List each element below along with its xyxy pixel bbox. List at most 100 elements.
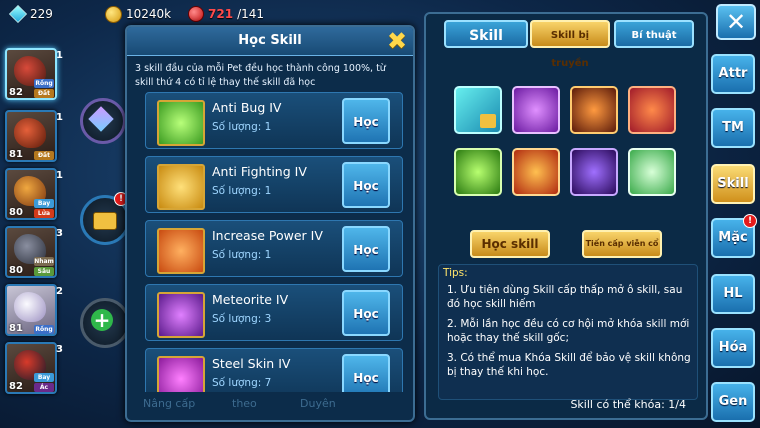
pet-slot-2[interactable]: 81 Đất bbox=[5, 110, 57, 162]
skill-qty: Số lượng: 3 bbox=[212, 313, 272, 325]
tips-box: Tips: 1. Ưu tiên dùng Skill cấp thấp mở … bbox=[438, 264, 698, 400]
pet-portrait bbox=[14, 118, 46, 148]
skill-list[interactable]: Anti Bug IV Số lượng: 1 Học Anti Fightin… bbox=[145, 92, 403, 392]
tip-item: 3. Có thể mua Khóa Skill để bảo vệ skill… bbox=[447, 352, 691, 378]
learn-button[interactable]: Học bbox=[342, 98, 390, 144]
list-item: Meteorite IV Số lượng: 3 Học bbox=[145, 284, 403, 341]
pet-type-tag: Lửa bbox=[34, 209, 54, 218]
add-button[interactable]: + bbox=[80, 298, 130, 348]
alert-badge: ! bbox=[743, 214, 757, 228]
dialog-title: Học Skill bbox=[127, 27, 413, 56]
plus-icon: + bbox=[91, 309, 113, 331]
pet-count: 1 bbox=[56, 112, 63, 123]
pet-type-tag: Sâu bbox=[34, 267, 54, 276]
skill-slot[interactable] bbox=[628, 86, 676, 134]
nav-gen[interactable]: Gen bbox=[711, 382, 755, 422]
skill-qty: Số lượng: 7 bbox=[212, 377, 272, 389]
pet-type-tag: Ác bbox=[34, 383, 54, 392]
skill-panel: Skill Skill bị truyền Bí thuật Học skill… bbox=[424, 12, 708, 420]
nav-hl[interactable]: HL bbox=[711, 274, 755, 314]
learn-skill-dialog: Học Skill ✖ 3 skill đầu của mỗi Pet đều … bbox=[125, 25, 415, 422]
skill-slot[interactable] bbox=[628, 148, 676, 196]
lock-icon bbox=[480, 114, 496, 128]
skill-slot[interactable] bbox=[512, 148, 560, 196]
close-button[interactable]: ✖ bbox=[385, 29, 409, 53]
skill-name: Meteorite IV bbox=[212, 292, 289, 307]
pet-type-tag: Rồng bbox=[34, 79, 54, 88]
gold-value: 10240k bbox=[126, 7, 172, 21]
pet-level: 82 bbox=[9, 87, 23, 98]
tab-inherited-skill[interactable]: Skill bị truyền bbox=[530, 20, 610, 69]
lock-icon bbox=[93, 212, 117, 230]
skill-qty: Số lượng: 1 bbox=[212, 121, 272, 133]
gem-icon bbox=[8, 4, 28, 24]
stamina-current: 721 bbox=[208, 7, 234, 21]
pet-type-tag: Nham bbox=[34, 257, 54, 266]
pet-level: 81 bbox=[9, 149, 23, 160]
skill-slot[interactable] bbox=[454, 86, 502, 134]
nav-attr[interactable]: Attr bbox=[711, 54, 755, 94]
tip-item: 2. Mỗi lần học đều có cơ hội mở khóa ski… bbox=[447, 318, 690, 344]
pet-level: 80 bbox=[9, 207, 23, 218]
pet-type-tag: Đất bbox=[34, 89, 54, 98]
stamina-counter: 721/141 bbox=[188, 4, 264, 24]
pet-count: 1 bbox=[56, 170, 63, 181]
skill-name: Steel Skin IV bbox=[212, 356, 291, 371]
anti-fighting-icon bbox=[157, 164, 205, 210]
tab-skill[interactable]: Skill bbox=[444, 20, 528, 48]
fate-label: Duyên bbox=[300, 397, 336, 410]
list-item: Increase Power IV Số lượng: 1 Học bbox=[145, 220, 403, 277]
increase-power-icon bbox=[157, 228, 205, 274]
skill-slot[interactable] bbox=[512, 86, 560, 134]
skill-name: Increase Power IV bbox=[212, 228, 323, 243]
nav-tm[interactable]: TM bbox=[711, 108, 755, 148]
follow-label: theo bbox=[232, 397, 257, 410]
anti-bug-icon bbox=[157, 100, 205, 146]
pet-slot-5[interactable]: 81 Rồng bbox=[5, 284, 57, 336]
tab-secret-art[interactable]: Bí thuật bbox=[614, 20, 694, 48]
pet-slot-6[interactable]: 82 Bay Ác bbox=[5, 342, 57, 394]
tip-item: 1. Ưu tiên dùng Skill cấp thấp mở ô skil… bbox=[447, 284, 683, 310]
coin-icon bbox=[105, 5, 122, 23]
skill-name: Anti Fighting IV bbox=[212, 164, 307, 179]
learn-button[interactable]: Học bbox=[342, 290, 390, 336]
learn-button[interactable]: Học bbox=[342, 162, 390, 208]
upgrade-label: Nâng cấp bbox=[143, 397, 196, 410]
apple-icon bbox=[188, 6, 204, 22]
nav-skill[interactable]: Skill bbox=[711, 164, 755, 204]
pet-level: 80 bbox=[9, 265, 23, 276]
learn-button[interactable]: Học bbox=[342, 354, 390, 392]
pet-count: 3 bbox=[56, 228, 63, 239]
pet-count: 2 bbox=[56, 286, 63, 297]
pet-count: 1 bbox=[56, 50, 63, 61]
skill-slot[interactable] bbox=[570, 148, 618, 196]
list-item: Anti Bug IV Số lượng: 1 Học bbox=[145, 92, 403, 149]
learn-button[interactable]: Học bbox=[342, 226, 390, 272]
tips-title: Tips: bbox=[443, 267, 468, 279]
learn-skill-button[interactable]: Học skill bbox=[470, 230, 550, 258]
steel-skin-icon bbox=[157, 356, 205, 392]
skill-name: Anti Bug IV bbox=[212, 100, 282, 115]
stamina-max: /141 bbox=[237, 7, 265, 21]
pet-portrait bbox=[14, 292, 46, 322]
pet-slot-4[interactable]: 80 Nham Sâu bbox=[5, 226, 57, 278]
crystal-icon bbox=[88, 106, 114, 132]
item-slot[interactable] bbox=[80, 98, 126, 144]
close-panel-button[interactable]: ✕ bbox=[716, 4, 756, 40]
pet-slot-3[interactable]: 80 Bay Lửa bbox=[5, 168, 57, 220]
pet-type-tag: Đất bbox=[34, 151, 54, 160]
skill-qty: Số lượng: 1 bbox=[212, 249, 272, 261]
list-item: Steel Skin IV Số lượng: 7 Học bbox=[145, 348, 403, 392]
ancient-upgrade-button[interactable]: Tiến cấp viễn cổ bbox=[582, 230, 662, 258]
pet-count: 3 bbox=[56, 344, 63, 355]
pet-type-tag: Rồng bbox=[34, 325, 54, 334]
pet-level: 82 bbox=[9, 381, 23, 392]
skill-qty: Số lượng: 1 bbox=[212, 185, 272, 197]
meteorite-icon bbox=[157, 292, 205, 338]
skill-slot[interactable] bbox=[454, 148, 502, 196]
skill-slot[interactable] bbox=[570, 86, 618, 134]
pet-level: 81 bbox=[9, 323, 23, 334]
pet-slot-1[interactable]: 82 Rồng Đất bbox=[5, 48, 57, 100]
nav-transform[interactable]: Hóa bbox=[711, 328, 755, 368]
gem-value: 229 bbox=[30, 7, 53, 21]
